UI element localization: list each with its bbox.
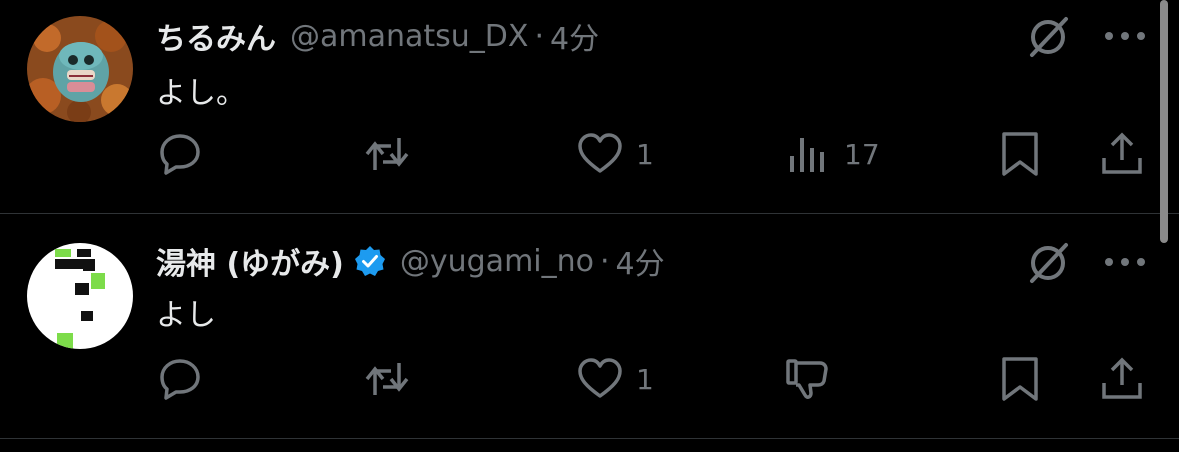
- separator: ·: [534, 18, 544, 54]
- scrollbar[interactable]: [1160, 0, 1168, 243]
- repost-button[interactable]: [363, 355, 423, 403]
- views-count: 17: [844, 137, 880, 171]
- bookmark-icon: [1002, 357, 1038, 401]
- share-icon: [1102, 357, 1142, 399]
- separator: ·: [600, 243, 610, 279]
- grok-icon[interactable]: [1026, 239, 1072, 285]
- heart-icon: [578, 133, 622, 173]
- repost-button[interactable]: [363, 130, 423, 178]
- display-name[interactable]: ちるみん: [156, 14, 276, 58]
- dislike-button[interactable]: [784, 355, 832, 403]
- tweet[interactable]: 湯神 (ゆがみ) @yugami_no · 4分 よし 1: [0, 214, 1160, 438]
- display-name[interactable]: 湯神 (ゆがみ): [156, 239, 344, 283]
- reply-icon: [160, 134, 200, 175]
- dislike-icon: [786, 359, 828, 399]
- tweet-divider: [0, 438, 1179, 439]
- like-button[interactable]: 1: [576, 130, 654, 178]
- bookmark-button[interactable]: [996, 130, 1044, 178]
- heart-icon: [578, 358, 622, 398]
- user-handle[interactable]: @yugami_no: [400, 244, 594, 279]
- reply-icon: [160, 359, 200, 400]
- share-button[interactable]: [1098, 130, 1146, 178]
- tweet-header: 湯神 (ゆがみ) @yugami_no · 4分: [156, 239, 665, 283]
- like-count: 1: [636, 137, 654, 171]
- bookmark-button[interactable]: [996, 355, 1044, 403]
- bookmark-icon: [1002, 132, 1038, 176]
- more-icon[interactable]: [1100, 254, 1150, 270]
- views-icon: [790, 138, 824, 172]
- verified-badge-icon: [354, 245, 386, 277]
- like-count: 1: [636, 362, 654, 396]
- share-icon: [1102, 132, 1142, 174]
- tweet-header: ちるみん @amanatsu_DX · 4分: [156, 14, 599, 58]
- like-button[interactable]: 1: [576, 355, 654, 403]
- reply-button[interactable]: [156, 130, 216, 178]
- user-handle[interactable]: @amanatsu_DX: [290, 19, 528, 54]
- reply-button[interactable]: [156, 355, 216, 403]
- avatar-image: [27, 243, 133, 349]
- avatar[interactable]: [27, 16, 133, 122]
- views-button[interactable]: 17: [784, 130, 880, 178]
- avatar[interactable]: [27, 243, 133, 349]
- timestamp[interactable]: 4分: [616, 239, 665, 283]
- tweet-text: よし: [156, 298, 216, 333]
- tweet-text: よし。: [156, 76, 246, 111]
- grok-icon[interactable]: [1026, 13, 1072, 59]
- repost-icon: [365, 363, 409, 395]
- avatar-image: [27, 16, 133, 122]
- tweet[interactable]: ちるみん @amanatsu_DX · 4分 よし。 1 17: [0, 0, 1160, 214]
- timestamp[interactable]: 4分: [550, 14, 599, 58]
- more-icon[interactable]: [1100, 28, 1150, 44]
- repost-icon: [365, 138, 409, 170]
- share-button[interactable]: [1098, 355, 1146, 403]
